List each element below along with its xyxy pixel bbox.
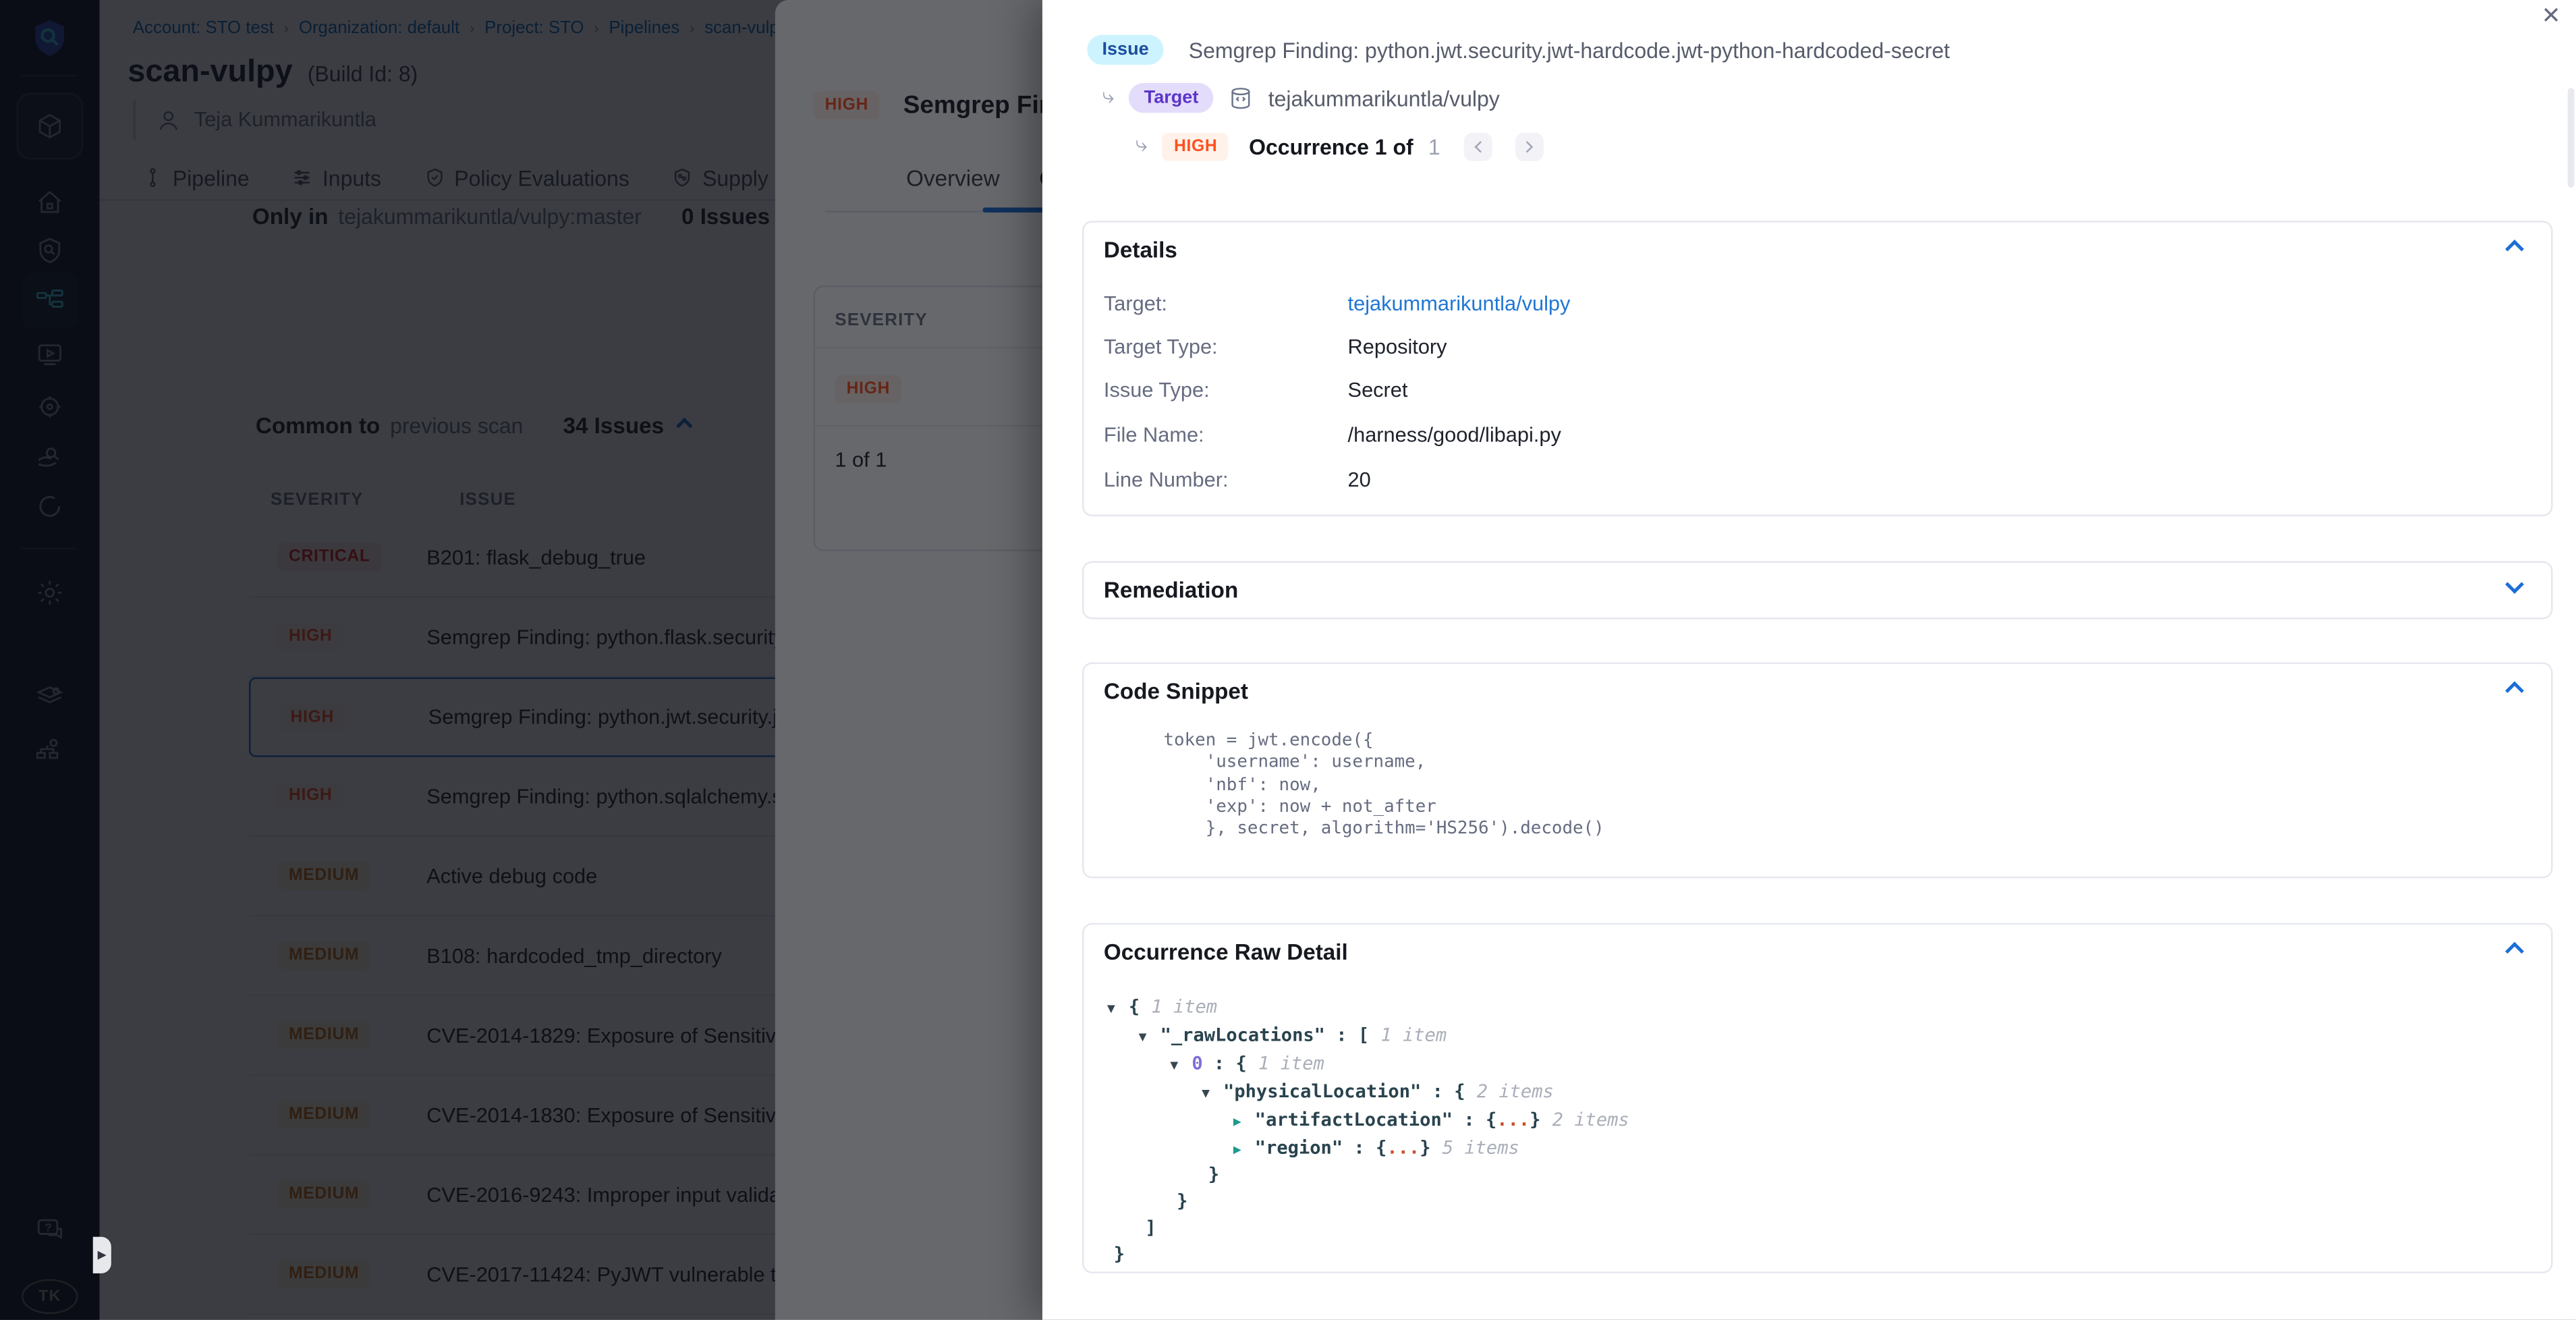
detail-label: File Name: (1104, 423, 1348, 446)
json-tree-node[interactable]: ▼0 : {1 item (1170, 1051, 1629, 1079)
tree-collapsed-icon: ▶ (1233, 1136, 1255, 1163)
chevron-right-icon (1521, 141, 1532, 153)
screenshot-viewport: ? TK ▶ Account: STO test›Organization: d… (0, 0, 2576, 1320)
target-link[interactable]: tejakummarikuntla/vulpy (1348, 292, 1571, 315)
tree-expanded-icon: ▼ (1202, 1080, 1223, 1107)
issue-badge: Issue (1087, 35, 1164, 65)
chevron-down-icon (2505, 575, 2524, 594)
branch-arrow-icon: ⤷ (1102, 84, 1114, 105)
drawer-scrollbar[interactable] (2568, 88, 2575, 188)
detail-label: Issue Type: (1104, 379, 1348, 402)
chevron-up-icon (2505, 240, 2524, 258)
raw-detail-card-header[interactable]: Occurrence Raw Detail (1084, 925, 2551, 964)
json-tree-node: } (1208, 1163, 1629, 1189)
detail-label: Target Type: (1104, 335, 1348, 358)
json-tree-node: ] (1145, 1215, 1629, 1242)
detail-value: /harness/good/libapi.py (1348, 423, 1561, 446)
detail-label: Target: (1104, 292, 1348, 315)
json-tree-node: } (1114, 1242, 1629, 1269)
json-tree-node[interactable]: ▼"_rawLocations" : [1 item (1139, 1022, 1629, 1051)
occurrence-title: Semgrep Finding: python.jwt.security.jwt… (1189, 37, 1950, 62)
target-name: tejakummarikuntla/vulpy (1268, 86, 1500, 111)
detail-value: Repository (1348, 335, 1447, 358)
detail-value: 20 (1348, 468, 1371, 491)
prev-occurrence-button[interactable] (1463, 133, 1492, 161)
json-tree-node[interactable]: ▶"artifactLocation" : {...}2 items (1233, 1107, 1629, 1135)
detail-value: Secret (1348, 379, 1408, 402)
remediation-card-header[interactable]: Remediation (1084, 563, 2551, 603)
target-badge: Target (1129, 83, 1214, 113)
occurrence-counter-label: Occurrence 1 of (1249, 134, 1413, 159)
tree-expanded-icon: ▼ (1170, 1052, 1192, 1078)
json-tree: ▼{1 item ▼"_rawLocations" : [1 item ▼0 :… (1107, 995, 1629, 1269)
json-tree-node[interactable]: ▼"physicalLocation" : {2 items (1202, 1078, 1629, 1107)
tree-collapsed-icon: ▶ (1233, 1108, 1255, 1134)
code-snippet-card-header[interactable]: Code Snippet (1084, 664, 2551, 704)
json-tree-node: } (1177, 1189, 1629, 1215)
close-icon[interactable]: ✕ (2538, 1, 2564, 28)
next-occurrence-button[interactable] (1515, 133, 1543, 161)
remediation-card: Remediation (1082, 561, 2553, 619)
json-tree-node[interactable]: ▼{1 item (1107, 995, 1629, 1023)
chevron-up-icon (2505, 681, 2524, 700)
app-root: ? TK ▶ Account: STO test›Organization: d… (0, 0, 2576, 1320)
code-snippet: token = jwt.encode({ 'username': usernam… (1163, 730, 1604, 841)
code-snippet-card: Code Snippet token = jwt.encode({ 'usern… (1082, 663, 2553, 879)
detail-label: Line Number: (1104, 468, 1348, 491)
severity-badge: HIGH (1163, 133, 1229, 161)
branch-arrow-icon: ⤷ (1136, 133, 1148, 155)
chevron-left-icon (1474, 141, 1486, 153)
occurrence-detail-drawer: ✕ Issue Semgrep Finding: python.jwt.secu… (1042, 0, 2576, 1320)
occurrence-total: 1 (1428, 134, 1440, 159)
tree-expanded-icon: ▼ (1107, 996, 1129, 1022)
chevron-up-icon (2505, 942, 2524, 961)
repository-icon (1229, 86, 1254, 111)
details-card: Details Target:tejakummarikuntla/vulpy T… (1082, 221, 2553, 516)
tree-expanded-icon: ▼ (1139, 1024, 1160, 1051)
raw-detail-card: Occurrence Raw Detail ▼{1 item ▼"_rawLoc… (1082, 923, 2553, 1273)
details-card-header[interactable]: Details (1084, 223, 2551, 263)
json-tree-node[interactable]: ▶"region" : {...}5 items (1233, 1135, 1629, 1163)
sidebar-expand-handle[interactable]: ▶ (93, 1237, 111, 1273)
